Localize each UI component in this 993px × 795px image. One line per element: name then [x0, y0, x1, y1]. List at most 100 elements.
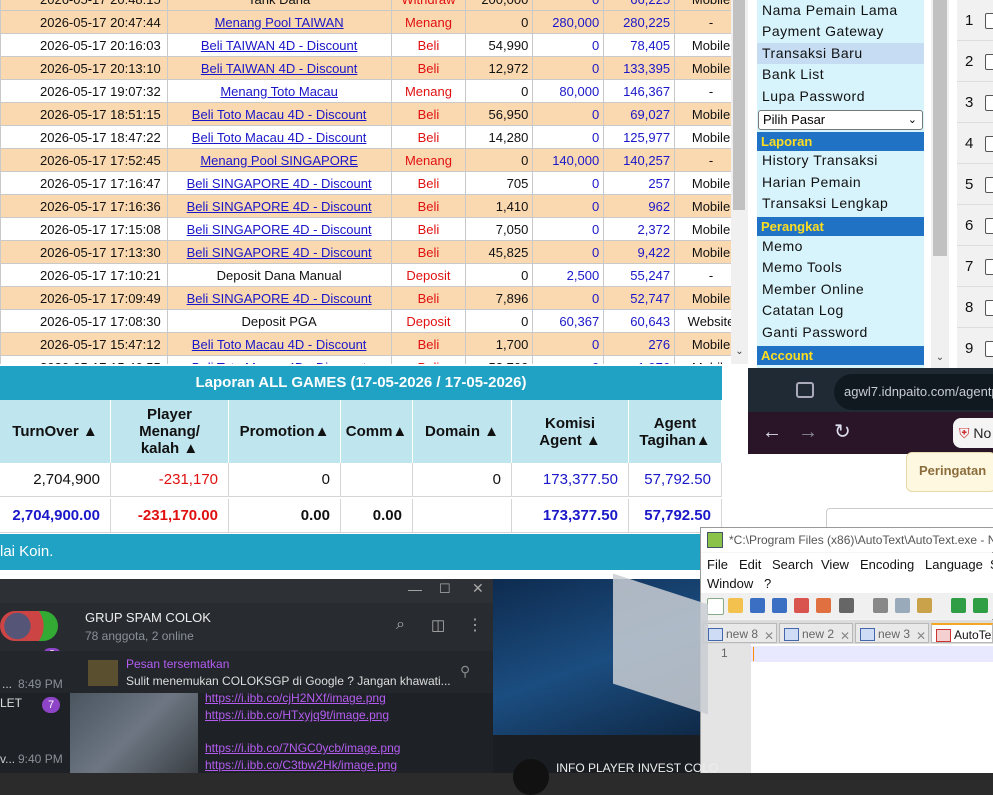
transaction-row: 2026-05-17 20:16:03 Beli TAIWAN 4D - Disc… — [0, 33, 748, 57]
menu-item-transaksi-lengkap[interactable]: Transaksi Lengkap — [757, 193, 924, 214]
save-icon[interactable] — [750, 598, 765, 613]
close-icon[interactable]: ✕ — [840, 626, 850, 642]
copy-icon[interactable] — [895, 598, 910, 613]
transaction-link[interactable]: Beli Toto Macau 4D - Discount — [192, 337, 367, 352]
checkbox-icon[interactable] — [985, 54, 993, 70]
menu-item-ganti-password[interactable]: Ganti Password — [757, 322, 924, 343]
tab-new-3[interactable]: new 3 ✕ — [855, 623, 929, 643]
new-file-icon[interactable] — [707, 598, 724, 615]
menu-item-memo[interactable]: Memo — [757, 236, 924, 257]
more-icon[interactable]: ⋮ — [467, 615, 483, 635]
domain-header[interactable]: Domain ▲ — [413, 400, 512, 463]
menu-encoding[interactable]: Encoding — [860, 557, 914, 572]
open-file-icon[interactable] — [728, 598, 743, 613]
agent-tagihan-header[interactable]: Agent Tagihan▲ — [629, 400, 722, 463]
sidebar-toggle-icon[interactable]: ◫ — [431, 616, 445, 634]
redo-icon[interactable] — [973, 598, 988, 613]
transaction-link[interactable]: Beli TAIWAN 4D - Discount — [201, 38, 358, 53]
group-name[interactable]: GRUP SPAM COLOK — [85, 610, 211, 625]
menu-item-lupa-password[interactable]: Lupa Password — [757, 86, 924, 107]
checkbox-icon[interactable] — [985, 13, 993, 29]
transaction-balance: 9,422 — [603, 240, 676, 264]
forward-arrow-icon[interactable]: → — [798, 421, 818, 444]
checkbox-icon[interactable] — [985, 300, 993, 316]
menu-item-transaksi-baru[interactable]: Transaksi Baru — [757, 43, 924, 64]
comm-header[interactable]: Comm▲ — [341, 400, 413, 463]
minimize-icon[interactable]: — — [408, 581, 422, 597]
message-link[interactable]: https://i.ibb.co/7NGC0ycb/image.png — [205, 741, 400, 755]
transaction-link[interactable]: Beli Toto Macau 4D - Discount — [192, 107, 367, 122]
sidebar-scroll-thumb[interactable] — [933, 0, 947, 256]
reload-icon[interactable]: ↻ — [834, 419, 851, 444]
row-number: 9 — [965, 340, 974, 357]
checkbox-icon[interactable] — [985, 95, 993, 111]
close-file-icon[interactable] — [794, 598, 809, 613]
transaction-link[interactable]: Beli SINGAPORE 4D - Discount — [187, 222, 372, 237]
tab-new-2[interactable]: new 2 ✕ — [779, 623, 853, 643]
transaction-link[interactable]: Beli SINGAPORE 4D - Discount — [187, 245, 372, 260]
scroll-down-icon[interactable]: ⌄ — [731, 346, 748, 360]
menu-item-payment-gateway[interactable]: Payment Gateway — [757, 21, 924, 42]
menu-language[interactable]: Language — [925, 557, 983, 572]
maximize-icon[interactable]: ☐ — [439, 581, 451, 597]
komisi-agent-header[interactable]: Komisi Agent ▲ — [512, 400, 629, 463]
checkbox-icon[interactable] — [985, 136, 993, 152]
menu-edit[interactable]: Edit — [739, 557, 761, 572]
transaction-link[interactable]: Beli SINGAPORE 4D - Discount — [187, 176, 372, 191]
menu-item-memo-tools[interactable]: Memo Tools — [757, 257, 924, 278]
tab-autotext[interactable]: AutoTex — [931, 623, 993, 643]
player-menang-header[interactable]: Player Menang/ kalah ▲ — [111, 400, 229, 463]
promotion-header[interactable]: Promotion▲ — [229, 400, 341, 463]
close-icon[interactable]: ✕ — [916, 626, 926, 642]
message-link[interactable]: https://i.ibb.co/cjH2NXf/image.png — [205, 691, 386, 705]
agent-tagihan-value: 57,792.50 — [629, 463, 722, 497]
message-photo[interactable] — [70, 693, 198, 773]
checkbox-icon[interactable] — [985, 341, 993, 357]
turnover-header[interactable]: TurnOver ▲ — [0, 400, 111, 463]
transactions-scroll-thumb[interactable] — [733, 0, 745, 210]
close-icon[interactable]: ✕ — [764, 626, 774, 642]
menu-item-bank-list[interactable]: Bank List — [757, 64, 924, 85]
undo-icon[interactable] — [951, 598, 966, 613]
tab-new-8[interactable]: new 8 ✕ — [703, 623, 777, 643]
checkbox-icon[interactable] — [985, 177, 993, 193]
search-icon[interactable]: ⌕ — [396, 616, 405, 634]
pin-list-icon[interactable]: ⚲ — [460, 663, 470, 680]
transaction-amount: 7,050 — [465, 217, 534, 241]
tab-overview-icon[interactable] — [796, 382, 814, 398]
menu-help[interactable]: ? — [764, 576, 771, 591]
transaction-link[interactable]: Beli SINGAPORE 4D - Discount — [187, 291, 372, 306]
transaction-link[interactable]: Menang Pool SINGAPORE — [200, 153, 358, 168]
group-avatar[interactable] — [0, 611, 58, 641]
menu-window[interactable]: Window — [707, 576, 753, 591]
message-link[interactable]: https://i.ibb.co/C3tbw2Hk/image.png — [205, 758, 397, 772]
pasar-select[interactable]: Pilih Pasar ⌄ — [758, 110, 923, 130]
menu-item-history-transaksi[interactable]: History Transaksi — [757, 150, 924, 171]
close-icon[interactable]: ✕ — [472, 580, 484, 597]
menu-item-catatan-log[interactable]: Catatan Log — [757, 300, 924, 321]
back-arrow-icon[interactable]: ← — [762, 421, 782, 444]
save-all-icon[interactable] — [772, 598, 787, 613]
close-all-icon[interactable] — [816, 598, 831, 613]
menu-item-nama-pemain-lama[interactable]: Nama Pemain Lama — [757, 0, 924, 21]
menu-view[interactable]: View — [821, 557, 849, 572]
message-link[interactable]: https://i.ibb.co/HTxyjq9t/image.png — [205, 708, 389, 722]
print-icon[interactable] — [839, 598, 854, 613]
transaction-link[interactable]: Beli Toto Macau 4D - Discount — [192, 130, 367, 145]
pinned-message-bar[interactable]: Pesan tersematkan Sulit menemukan COLOKS… — [0, 651, 493, 693]
address-bar[interactable]: agwl7.idnpaito.com/agentpla — [834, 374, 993, 410]
transaction-link[interactable]: Beli TAIWAN 4D - Discount — [201, 61, 358, 76]
menu-file[interactable]: File — [707, 557, 728, 572]
checkbox-icon[interactable] — [985, 259, 993, 275]
paste-icon[interactable] — [917, 598, 932, 613]
transaction-link[interactable]: Menang Toto Macau — [220, 84, 338, 99]
menu-item-harian-pemain[interactable]: Harian Pemain — [757, 172, 924, 193]
browser-tab[interactable]: ⛨ No — [953, 418, 993, 448]
menu-search[interactable]: Search — [772, 557, 813, 572]
transaction-link[interactable]: Beli SINGAPORE 4D - Discount — [187, 199, 372, 214]
sidebar-scroll-down-icon[interactable]: ⌄ — [931, 352, 949, 366]
cut-icon[interactable] — [873, 598, 888, 613]
menu-item-member-online[interactable]: Member Online — [757, 279, 924, 300]
transaction-link[interactable]: Menang Pool TAIWAN — [215, 15, 344, 30]
checkbox-icon[interactable] — [985, 218, 993, 234]
